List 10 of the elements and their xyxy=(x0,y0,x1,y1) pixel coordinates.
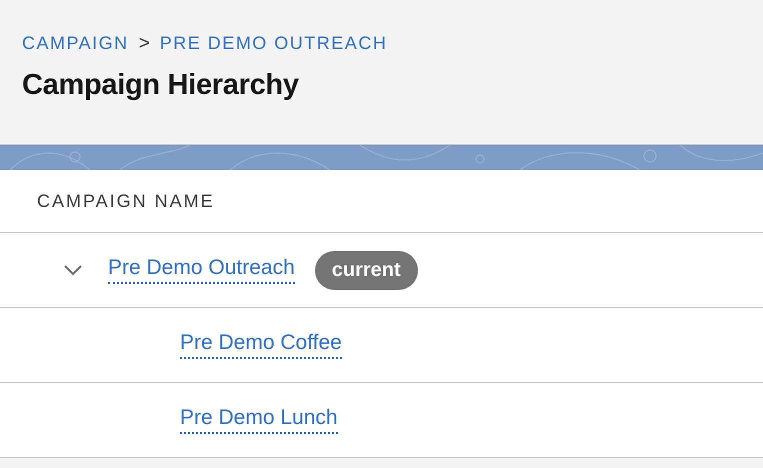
tree-row-link[interactable]: Pre Demo Lunch xyxy=(180,406,338,434)
column-header: CAMPAIGN NAME xyxy=(37,190,215,212)
tree-row-link[interactable]: Pre Demo Coffee xyxy=(180,331,342,359)
tree-row-link[interactable]: Pre Demo Outreach xyxy=(108,256,295,284)
chevron-down-icon[interactable] xyxy=(62,263,84,277)
breadcrumb-link[interactable]: CAMPAIGN xyxy=(22,33,129,54)
page-title: Campaign Hierarchy xyxy=(22,69,300,102)
status-badge: current xyxy=(314,250,418,290)
breadcrumb-link[interactable]: PRE DEMO OUTREACH xyxy=(160,33,388,54)
breadcrumb-separator: > xyxy=(138,33,150,55)
